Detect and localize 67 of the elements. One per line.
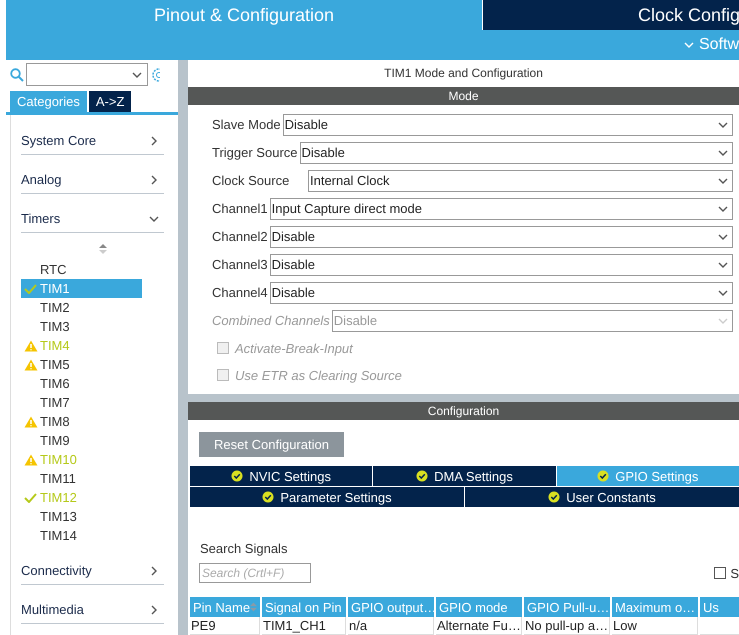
timer-item[interactable]: TIM6 [21,374,142,393]
category-item[interactable]: Timers [21,205,164,233]
table-cell: Low [612,617,698,635]
dropdown[interactable]: Disable [270,282,733,304]
category-item[interactable]: Connectivity [21,557,164,585]
check-circle-icon [597,470,610,482]
warning-icon [24,358,38,370]
field-label: Clock Source [212,173,290,188]
timer-item[interactable]: TIM3 [21,317,142,336]
field-label: Trigger Source [212,145,298,160]
field-label: Channel2 [212,229,268,244]
dropdown[interactable]: Disable [282,114,733,136]
check-icon [24,492,37,502]
warning-icon [24,454,38,466]
timer-item[interactable]: TIM11 [21,469,142,488]
table-cell: n/a [348,617,434,635]
dropdown[interactable]: Internal Clock [308,170,733,192]
timer-item[interactable]: TIM7 [21,393,142,412]
search-label: Search Signals [200,541,288,556]
checkbox[interactable] [714,567,726,579]
category-item[interactable]: System Core [21,127,164,155]
check-icon [24,284,37,294]
table-cell: No pull-up a… [524,617,610,635]
field-label: Channel3 [212,257,268,272]
panel-title: TIM1 Mode and Configuration [383,65,544,82]
check-circle-icon [416,470,428,482]
settings-tab[interactable]: DMA Settings [373,466,556,486]
section-header: Configuration [188,402,739,420]
sidebar-tab[interactable]: A->Z [88,91,132,112]
sort-icon[interactable] [98,244,106,254]
timer-item[interactable]: TIM8 [21,412,142,431]
splitter-bar[interactable] [188,394,739,402]
search-field[interactable]: Search (Crtl+F) [199,563,311,583]
checkbox-label: Activate-Break-Input [235,340,353,356]
search-icon [10,68,24,82]
timer-item[interactable]: TIM5 [21,355,142,374]
check-circle-icon [548,491,560,503]
check-circle-icon [231,470,244,482]
settings-tab[interactable]: User Constants [465,487,739,507]
dropdown[interactable]: Disable [270,226,733,248]
timer-item[interactable]: RTC [21,260,142,279]
check-circle-icon [262,491,274,503]
table-cell: TIM1_CH1 [262,617,346,635]
dropdown[interactable]: Disable [300,142,733,164]
timer-item[interactable]: TIM13 [21,507,142,526]
section-header: Mode [188,86,739,105]
top-tab[interactable]: Clock Config [482,0,739,30]
category-item[interactable]: Multimedia [21,596,164,624]
category-item[interactable]: Analog [21,166,164,194]
table-cell: PE9 [190,617,260,635]
checkbox-label: S [730,566,739,580]
field-label: Combined Channels [212,313,330,328]
field-label: Slave Mode [212,117,281,132]
dropdown[interactable]: Disable [270,254,733,276]
field-label: Channel4 [212,285,268,300]
warning-icon [24,340,38,352]
checkbox-label: Use ETR as Clearing Source [235,368,402,383]
warning-icon [24,416,38,428]
sort-icon [250,602,257,612]
timer-item[interactable]: TIM2 [21,298,142,317]
field-label: Channel1 [212,201,268,216]
timer-item[interactable]: TIM9 [21,431,142,450]
settings-tab[interactable]: Parameter Settings [190,487,464,507]
settings-tab[interactable]: NVIC Settings [190,466,372,486]
dropdown[interactable]: Input Capture direct mode [270,198,733,220]
timer-item[interactable]: TIM14 [21,526,142,545]
table-cell: Alternate Fu… [436,617,522,635]
